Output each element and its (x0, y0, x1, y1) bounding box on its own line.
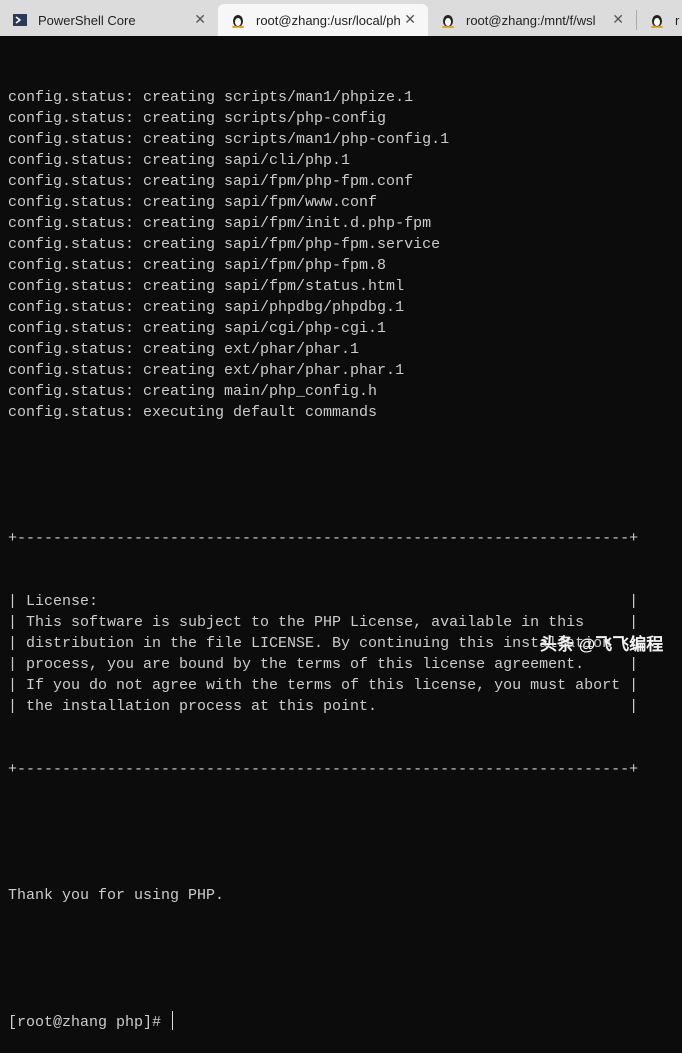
linux-penguin-icon (230, 12, 246, 28)
config-output: config.status: creating scripts/man1/php… (8, 87, 638, 423)
output-line: config.status: creating main/php_config.… (8, 383, 378, 400)
output-line: config.status: creating scripts/man1/php… (8, 89, 414, 106)
tab-4[interactable]: r (637, 4, 682, 36)
output-line: config.status: creating sapi/fpm/status.… (8, 278, 405, 295)
prompt-line[interactable]: [root@zhang php]# (8, 1011, 638, 1032)
shell-prompt: [root@zhang php]# (8, 1014, 162, 1031)
license-line: | process, you are bound by the terms of… (8, 656, 639, 673)
powershell-icon (12, 12, 28, 28)
linux-penguin-icon (440, 12, 456, 28)
close-icon[interactable]: ✕ (612, 11, 624, 28)
thanks-message: Thank you for using PHP. (8, 887, 225, 904)
tab-bar: PowerShell Core ✕ root@zhang:/usr/local/… (0, 0, 682, 36)
tab-usr-local[interactable]: root@zhang:/usr/local/ph ✕ (218, 4, 428, 36)
output-line: config.status: creating sapi/fpm/php-fpm… (8, 236, 441, 253)
close-icon[interactable]: ✕ (194, 11, 206, 28)
license-line: | License: | (8, 593, 639, 610)
watermark: 头条 @飞飞编程 (540, 635, 664, 654)
tab-label: root@zhang:/usr/local/ph (256, 12, 401, 28)
tab-mnt-wsl[interactable]: root@zhang:/mnt/f/wsl ✕ (428, 4, 636, 36)
output-line: config.status: executing default command… (8, 404, 378, 421)
tab-label: r (675, 12, 680, 28)
output-line: config.status: creating ext/phar/phar.ph… (8, 362, 405, 379)
output-line: config.status: creating sapi/fpm/www.con… (8, 194, 378, 211)
text-cursor (172, 1011, 174, 1030)
tab-powershell[interactable]: PowerShell Core ✕ (0, 4, 218, 36)
license-line: | If you do not agree with the terms of … (8, 677, 639, 694)
license-box-bottom: +---------------------------------------… (8, 761, 639, 778)
output-line: config.status: creating scripts/php-conf… (8, 110, 387, 127)
tab-label: root@zhang:/mnt/f/wsl (466, 12, 596, 28)
output-line: config.status: creating ext/phar/phar.1 (8, 341, 360, 358)
license-line: | the installation process at this point… (8, 698, 639, 715)
output-line: config.status: creating sapi/cgi/php-cgi… (8, 320, 387, 337)
output-line: config.status: creating sapi/fpm/php-fpm… (8, 257, 387, 274)
license-box-top: +---------------------------------------… (8, 530, 639, 547)
tab-label: PowerShell Core (38, 12, 136, 28)
output-line: config.status: creating sapi/phpdbg/phpd… (8, 299, 405, 316)
output-line: config.status: creating sapi/cli/php.1 (8, 152, 351, 169)
output-line: config.status: creating sapi/fpm/init.d.… (8, 215, 432, 232)
linux-penguin-icon (649, 12, 665, 28)
terminal-output[interactable]: config.status: creating scripts/man1/php… (8, 45, 638, 1053)
close-icon[interactable]: ✕ (404, 11, 416, 28)
output-line: config.status: creating sapi/fpm/php-fpm… (8, 173, 414, 190)
output-line: config.status: creating scripts/man1/php… (8, 131, 450, 148)
